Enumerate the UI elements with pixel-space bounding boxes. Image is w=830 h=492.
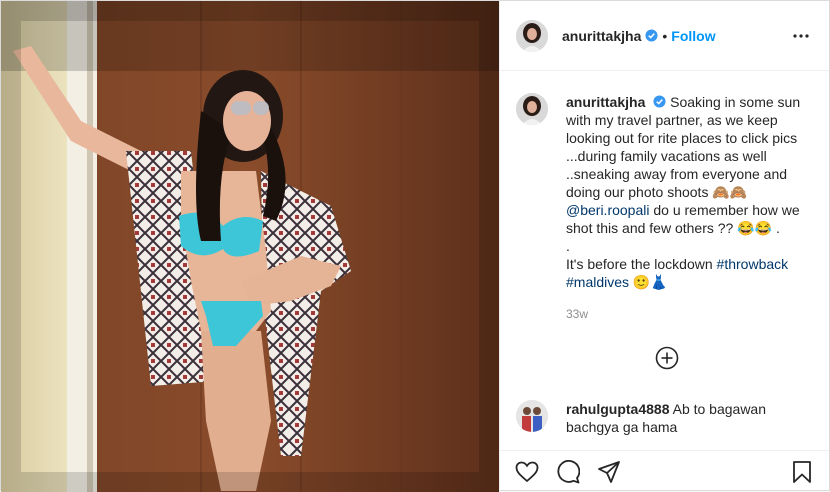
- verified-badge-icon: [645, 29, 658, 42]
- load-more-comments-button[interactable]: [655, 346, 679, 370]
- mention-link[interactable]: @beri.roopali: [566, 202, 649, 218]
- caption-line: with my travel partner, as we keep: [566, 112, 778, 128]
- commenter-avatar-image: [516, 400, 548, 432]
- caption-line: Soaking in some sun: [670, 94, 801, 110]
- post-time[interactable]: 33w: [566, 305, 806, 323]
- post-photo[interactable]: [1, 1, 499, 492]
- comment-item: rahulgupta4888 Ab to bagawan bachgya ga …: [516, 400, 806, 436]
- caption-comment: anurittakjha Soaking in some sun with my…: [516, 93, 813, 323]
- save-button[interactable]: [787, 457, 817, 487]
- caption-line: looking out for rite places to click pic…: [566, 130, 798, 146]
- more-options-button[interactable]: [789, 24, 813, 48]
- post-header: anurittakjha • Follow: [500, 1, 829, 71]
- post-side-panel: anurittakjha • Follow anurittakjha Soaki…: [499, 1, 829, 492]
- author-username[interactable]: anurittakjha: [562, 28, 641, 44]
- comment-text: rahulgupta4888 Ab to bagawan bachgya ga …: [566, 400, 806, 436]
- share-icon: [598, 460, 620, 483]
- comments-section: anurittakjha Soaking in some sun with my…: [500, 71, 829, 450]
- bookmark-icon: [793, 460, 811, 483]
- caption-line: shot this and few others ?? 😂😂 .: [566, 220, 780, 236]
- caption-line: .: [566, 238, 570, 254]
- comment-button[interactable]: [553, 457, 583, 487]
- share-button[interactable]: [594, 457, 624, 487]
- like-button[interactable]: [512, 457, 542, 487]
- caption-text: anurittakjha Soaking in some sun with my…: [566, 93, 806, 323]
- more-options-icon: [793, 33, 809, 38]
- verified-badge-icon: [653, 95, 666, 108]
- caption-username[interactable]: anurittakjha: [566, 94, 645, 110]
- commenter-avatar[interactable]: [516, 400, 548, 432]
- caption-line: doing our photo shoots 🙈🙈: [566, 184, 748, 200]
- caption-avatar-image: [516, 93, 548, 125]
- caption-author-avatar[interactable]: [516, 93, 548, 125]
- post-photo-image: [1, 1, 499, 492]
- hashtag-link[interactable]: #throwback: [717, 256, 789, 272]
- instagram-post: anurittakjha • Follow anurittakjha Soaki…: [0, 0, 830, 492]
- caption-line: ..sneaking away from everyone and: [566, 166, 788, 182]
- heart-icon: [515, 461, 539, 482]
- commenter-username[interactable]: rahulgupta4888: [566, 401, 669, 417]
- caption-line: ...during family vacations as well: [566, 148, 767, 164]
- author-avatar[interactable]: [516, 19, 548, 52]
- caption-line: 🙂👗: [629, 274, 668, 290]
- follow-button[interactable]: Follow: [671, 28, 715, 44]
- separator-dot: •: [662, 27, 668, 44]
- comment-icon: [557, 459, 580, 483]
- load-more-comments-icon: [655, 346, 679, 370]
- author-avatar-image: [516, 19, 548, 52]
- caption-line: do u remember how we: [649, 202, 800, 218]
- hashtag-link[interactable]: #maldives: [566, 274, 629, 290]
- action-bar: [500, 450, 829, 492]
- caption-line: It's before the lockdown: [566, 256, 717, 272]
